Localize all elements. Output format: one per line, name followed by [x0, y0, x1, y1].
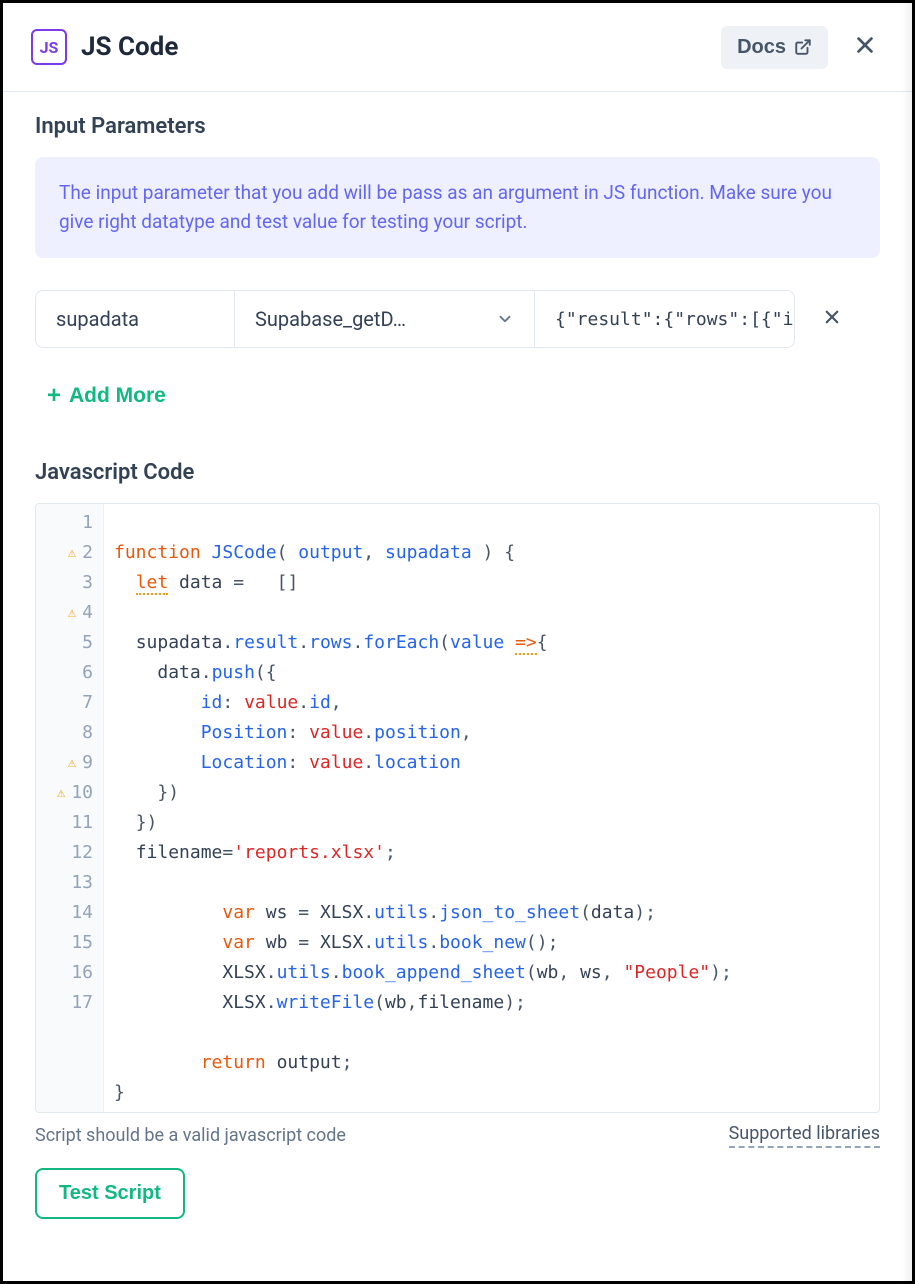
line-number: 9 [82, 748, 93, 778]
plus-icon: + [47, 382, 61, 410]
gutter-line: 11 [42, 808, 93, 838]
javascript-code-heading: Javascript Code [35, 460, 880, 485]
gutter-line: 6 [42, 658, 93, 688]
line-number: 7 [82, 688, 93, 718]
gutter-line [42, 1048, 93, 1078]
gutter-line: ⚠4 [42, 598, 93, 628]
line-number: 17 [71, 988, 93, 1018]
gutter-line: 3 [42, 568, 93, 598]
line-number: 1 [82, 508, 93, 538]
docs-button-label: Docs [737, 36, 786, 59]
test-script-button[interactable]: Test Script [35, 1168, 185, 1219]
panel-header: JS JS Code Docs [3, 3, 912, 92]
add-more-label: Add More [69, 384, 166, 408]
gutter-line: 12 [42, 838, 93, 868]
close-icon [854, 34, 876, 56]
info-banner: The input parameter that you add will be… [35, 157, 880, 258]
gutter-line: 14 [42, 898, 93, 928]
warning-icon: ⚠ [68, 748, 76, 778]
line-number: 10 [71, 778, 93, 808]
param-source-label: Supabase_getD… [255, 307, 406, 331]
line-number: 14 [71, 898, 93, 928]
gutter-line: ⚠10 [42, 778, 93, 808]
line-number: 11 [71, 808, 93, 838]
line-number: 15 [71, 928, 93, 958]
editor-hint: Script should be a valid javascript code [35, 1125, 346, 1146]
editor-code-area[interactable]: function JSCode( output, supadata ) { le… [104, 504, 742, 1112]
param-source-select[interactable]: Supabase_getD… [235, 290, 535, 348]
line-number: 4 [82, 598, 93, 628]
gutter-line [42, 1018, 93, 1048]
line-number: 3 [82, 568, 93, 598]
chevron-down-icon [496, 310, 514, 328]
gutter-line: 8 [42, 718, 93, 748]
gutter-line: 13 [42, 868, 93, 898]
panel-title: JS Code [81, 32, 178, 62]
line-number: 12 [71, 838, 93, 868]
docs-button[interactable]: Docs [721, 26, 828, 69]
gutter-line: 5 [42, 628, 93, 658]
remove-param-button[interactable] [813, 305, 851, 333]
gutter-line: ⚠9 [42, 748, 93, 778]
add-more-button[interactable]: + Add More [35, 376, 178, 416]
gutter-line: 1 [42, 508, 93, 538]
line-number: 5 [82, 628, 93, 658]
parameter-row: supadata Supabase_getD… {"result":{"rows… [35, 290, 880, 348]
input-parameters-heading: Input Parameters [35, 114, 880, 139]
close-icon [823, 308, 841, 326]
warning-icon: ⚠ [57, 778, 65, 808]
gutter-line: 16 [42, 958, 93, 988]
line-number: 6 [82, 658, 93, 688]
gutter-line: 15 [42, 928, 93, 958]
close-button[interactable] [846, 23, 884, 71]
line-number: 8 [82, 718, 93, 748]
param-name-input[interactable]: supadata [35, 290, 235, 348]
code-editor[interactable]: 1⚠23⚠45678⚠9⚠1011121314151617 function J… [35, 503, 880, 1113]
warning-icon: ⚠ [68, 598, 76, 628]
gutter-line: 17 [42, 988, 93, 1018]
warning-icon: ⚠ [68, 538, 76, 568]
external-link-icon [794, 38, 812, 56]
gutter-line: 7 [42, 688, 93, 718]
line-number: 16 [71, 958, 93, 988]
line-number: 2 [82, 538, 93, 568]
param-value-input[interactable]: {"result":{"rows":[{"i [535, 290, 795, 348]
supported-libraries-link[interactable]: Supported libraries [729, 1123, 880, 1148]
js-badge-icon: JS [31, 29, 67, 65]
editor-gutter: 1⚠23⚠45678⚠9⚠1011121314151617 [36, 504, 104, 1112]
gutter-line: ⚠2 [42, 538, 93, 568]
line-number: 13 [71, 868, 93, 898]
